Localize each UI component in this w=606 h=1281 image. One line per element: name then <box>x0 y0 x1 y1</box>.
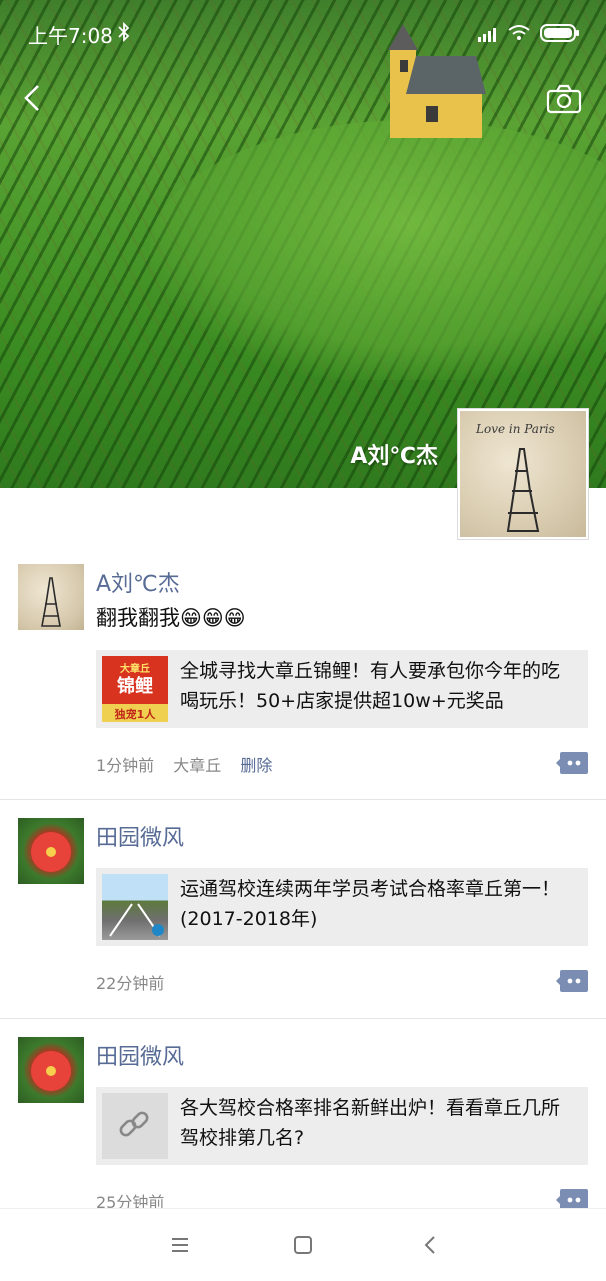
link-thumbnail <box>102 874 168 940</box>
system-nav-bar <box>0 1208 606 1281</box>
post-location[interactable]: 大章丘 <box>173 756 221 775</box>
comment-menu-icon[interactable] <box>556 752 588 774</box>
hibiscus-flower-avatar <box>31 1051 71 1091</box>
hibiscus-flower-avatar <box>31 832 71 872</box>
thumb-text-bottom: 独宠1人 <box>114 708 156 721</box>
eiffel-tower-drawing: Love in Paris <box>475 422 555 532</box>
post-avatar[interactable] <box>18 818 84 884</box>
link-title: 全城寻找大章丘锦鲤！有人要承包你今年的吃喝玩乐！50+店家提供超10w+元奖品 <box>180 660 561 712</box>
back-icon[interactable] <box>417 1231 445 1259</box>
eiffel-tower-avatar <box>41 577 61 627</box>
post-time: 22分钟前 <box>96 974 165 993</box>
status-bar: 上午7:08 <box>0 0 606 66</box>
signal-icon <box>478 28 496 42</box>
post-divider <box>0 799 606 800</box>
link-card[interactable]: 大章丘 锦鲤 独宠1人 全城寻找大章丘锦鲤！有人要承包你今年的吃喝玩乐！50+店… <box>96 650 588 728</box>
back-arrow-icon[interactable] <box>16 80 52 116</box>
link-title: 运通驾校连续两年学员考试合格率章丘第一！(2017-2018年) <box>180 878 561 930</box>
bluetooth-icon <box>118 22 130 42</box>
link-card[interactable]: 运通驾校连续两年学员考试合格率章丘第一！(2017-2018年) <box>96 868 588 946</box>
link-thumbnail: 大章丘 锦鲤 独宠1人 <box>102 656 168 722</box>
road-illustration <box>109 903 164 937</box>
link-card[interactable]: 各大驾校合格率排名新鲜出炉！看看章丘几所驾校排第几名? <box>96 1087 588 1165</box>
wifi-icon <box>508 25 530 40</box>
post-meta: 1分钟前 大章丘 删除 <box>96 752 286 776</box>
profile-avatar[interactable]: Love in Paris <box>458 409 588 539</box>
delete-button[interactable]: 删除 <box>240 756 272 775</box>
post-meta: 22分钟前 <box>96 970 178 994</box>
post-text: 翻我翻我😁😁😁 <box>96 606 246 630</box>
menu-icon[interactable] <box>166 1231 194 1259</box>
camera-icon[interactable] <box>546 84 582 114</box>
avatar-caption: Love in Paris <box>475 422 555 436</box>
profile-name[interactable]: A刘℃杰 <box>350 438 438 470</box>
post-time: 1分钟前 <box>96 756 155 775</box>
post-author[interactable]: 田园微风 <box>96 1039 184 1071</box>
home-icon[interactable] <box>289 1231 317 1259</box>
status-time: 上午7:08 <box>28 24 113 48</box>
post-author[interactable]: A刘℃杰 <box>96 566 180 598</box>
post-author[interactable]: 田园微风 <box>96 820 184 852</box>
post-divider <box>0 1018 606 1019</box>
battery-icon <box>540 24 579 42</box>
post-avatar[interactable] <box>18 1037 84 1103</box>
thumb-text-main: 锦鲤 <box>117 676 153 697</box>
link-title: 各大驾校合格率排名新鲜出炉！看看章丘几所驾校排第几名? <box>180 1097 561 1149</box>
post-avatar[interactable] <box>18 564 84 630</box>
comment-menu-icon[interactable] <box>556 970 588 992</box>
link-thumbnail <box>102 1093 168 1159</box>
link-chain-icon <box>119 1111 149 1137</box>
cover-hill <box>150 120 606 380</box>
